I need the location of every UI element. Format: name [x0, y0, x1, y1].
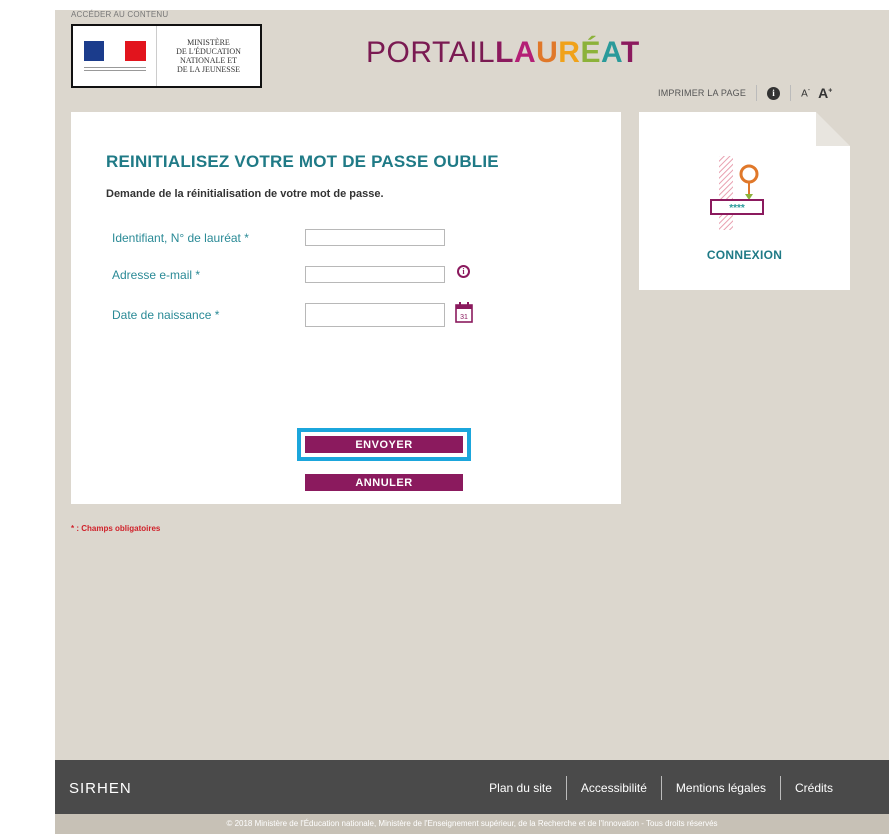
- folded-corner: [816, 112, 850, 146]
- login-key-icon: ****: [710, 156, 764, 230]
- footer-link-accessibility[interactable]: Accessibilité: [581, 781, 647, 795]
- print-page-link[interactable]: IMPRIMER LA PAGE: [658, 88, 746, 98]
- login-card[interactable]: **** CONNEXION: [639, 112, 850, 290]
- email-label: Adresse e-mail *: [112, 268, 201, 282]
- calendar-icon[interactable]: 31: [455, 301, 473, 323]
- skip-to-content-link[interactable]: ACCÉDER AU CONTENU: [71, 10, 168, 19]
- sirhen-logo: SIRHEN: [69, 780, 132, 797]
- ministry-name: MINISTÈRE DE L'ÉDUCATION NATIONALE ET DE…: [176, 38, 241, 74]
- send-button[interactable]: ENVOYER: [297, 428, 471, 461]
- footer-link-credits[interactable]: Crédits: [795, 781, 833, 795]
- footer-link-legal[interactable]: Mentions légales: [676, 781, 766, 795]
- marianne-flag-icon: [73, 26, 157, 86]
- email-input[interactable]: [305, 266, 445, 283]
- birthdate-input[interactable]: [305, 303, 445, 327]
- reset-password-form: REINITIALISEZ VOTRE MOT DE PASSE OUBLIE …: [71, 112, 621, 504]
- ministry-logo[interactable]: MINISTÈRE DE L'ÉDUCATION NATIONALE ET DE…: [71, 24, 262, 88]
- info-icon[interactable]: i: [767, 86, 781, 100]
- identifier-label: Identifiant, N° de lauréat *: [112, 231, 249, 245]
- identifier-input[interactable]: [305, 229, 445, 246]
- footer-links: Plan du site Accessibilité Mentions léga…: [489, 776, 833, 800]
- copyright-text: © 2018 Ministère de l'Éducation national…: [55, 814, 889, 834]
- form-title: REINITIALISEZ VOTRE MOT DE PASSE OUBLIE: [106, 152, 499, 171]
- svg-text:31: 31: [460, 314, 468, 321]
- form-subtitle: Demande de la réinitialisation de votre …: [106, 188, 384, 200]
- footer: SIRHEN Plan du site Accessibilité Mentio…: [55, 760, 889, 814]
- cancel-button[interactable]: ANNULER: [305, 474, 463, 491]
- portail-laureat-logo[interactable]: PORTAILLAURÉAT: [366, 36, 640, 70]
- email-help-icon[interactable]: i: [457, 265, 470, 278]
- required-fields-note: * : Champs obligatoires: [71, 524, 161, 533]
- footer-link-sitemap[interactable]: Plan du site: [489, 781, 552, 795]
- login-label: CONNEXION: [706, 248, 783, 262]
- decrease-font-button[interactable]: A-: [801, 87, 810, 99]
- svg-text:****: ****: [729, 203, 745, 214]
- birthdate-label: Date de naissance *: [112, 308, 220, 322]
- page-toolbar: IMPRIMER LA PAGE i A- A+: [658, 84, 832, 102]
- increase-font-button[interactable]: A+: [818, 85, 832, 101]
